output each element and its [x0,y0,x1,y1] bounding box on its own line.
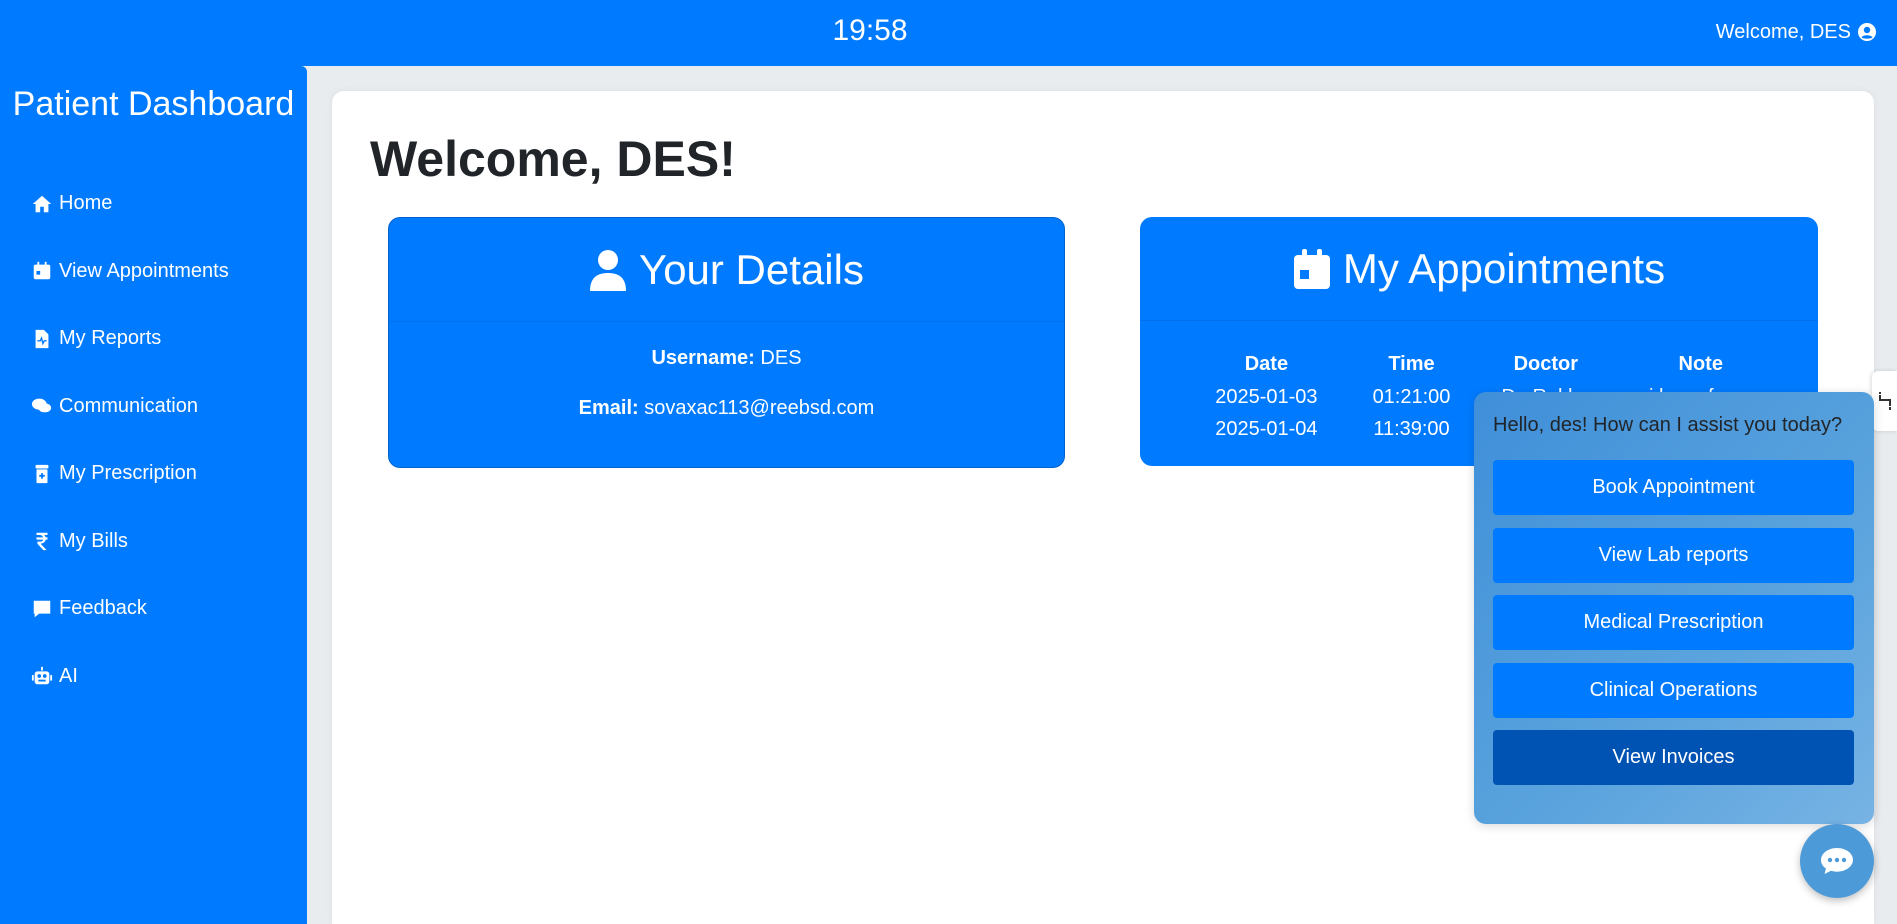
link-icon [1878,392,1891,410]
sidebar-item-my-prescription[interactable]: My Prescription [0,440,307,508]
sidebar-item-label: View Appointments [59,259,229,282]
top-bar: 19:58 Welcome, DES [0,0,1897,66]
appointments-card-title: My Appointments [1140,217,1818,321]
sidebar-item-my-reports[interactable]: My Reports [0,305,307,373]
comment-icon [33,600,51,617]
home-icon [32,195,52,212]
sidebar-item-communication[interactable]: Communication [0,373,307,441]
username-value: DES [760,347,802,369]
sidebar-item-home[interactable]: Home [0,170,307,238]
book-appointment-button[interactable]: Book Appointment [1493,460,1854,515]
sidebar-item-label: My Reports [59,327,162,350]
cell-time: 01:21:00 [1372,385,1451,408]
details-card: Your Details Username: DES Email: sovaxa… [388,217,1065,468]
cell-date: 2025-01-03 [1215,385,1318,408]
details-card-title: Your Details [389,218,1064,322]
user-circle-icon [1858,23,1876,41]
robot-icon [31,667,53,685]
table-header-row: Date Time Doctor Note [1184,347,1784,381]
column-header-doctor: Doctor [1513,352,1579,375]
cell-time: 11:39:00 [1373,417,1450,440]
sidebar-item-label: Feedback [59,597,147,620]
prescription-icon [35,464,49,483]
sidebar-brand: Patient Dashboard [12,85,295,123]
chatbot-popup: Hello, des! How can I assist you today? … [1474,392,1874,824]
user-icon [590,249,627,291]
sidebar-item-label: Communication [59,394,198,417]
view-lab-reports-button[interactable]: View Lab reports [1493,528,1854,583]
username-row: Username: DES [389,346,1064,370]
column-header-time: Time [1388,352,1435,375]
email-value: sovaxac113@reebsd.com [644,397,875,419]
appointments-title-text: My Appointments [1342,244,1666,292]
email-label: Email: [578,397,639,419]
details-title-text: Your Details [639,245,864,293]
clinical-operations-button[interactable]: Clinical Operations [1493,663,1854,718]
sidebar-item-feedback[interactable]: Feedback [0,575,307,643]
sidebar-item-label: AI [59,664,78,687]
welcome-text: Welcome, DES [1715,21,1851,43]
sidebar-item-ai[interactable]: AI [0,643,307,711]
calendar-icon [33,262,51,280]
chat-icon [1821,848,1853,874]
page-title: Welcome, DES! [370,131,736,187]
calendar-icon [1293,248,1330,289]
sidebar-item-my-bills[interactable]: My Bills [0,508,307,576]
sidebar: Patient Dashboard Home View Appointments… [0,66,307,924]
user-welcome[interactable]: Welcome, DES [1716,20,1877,44]
clock: 19:58 [832,14,908,47]
medical-prescription-button[interactable]: Medical Prescription [1493,595,1854,650]
email-row: Email: sovaxac113@reebsd.com [389,396,1064,420]
column-header-date: Date [1244,352,1289,375]
cell-date: 2025-01-04 [1215,417,1318,440]
chatbot-greeting: Hello, des! How can I assist you today? [1493,414,1843,436]
sidebar-item-label: My Prescription [59,462,197,485]
chat-toggle-button[interactable] [1800,824,1874,898]
column-header-note: Note [1678,352,1723,375]
view-invoices-button[interactable]: View Invoices [1493,730,1854,785]
side-drawer-tab[interactable] [1872,371,1897,431]
report-icon [35,329,49,348]
sidebar-item-view-appointments[interactable]: View Appointments [0,238,307,306]
comments-icon [31,398,52,413]
sidebar-item-label: My Bills [59,529,128,552]
rupee-icon [36,533,48,551]
username-label: Username: [651,347,755,369]
sidebar-item-label: Home [59,192,113,215]
